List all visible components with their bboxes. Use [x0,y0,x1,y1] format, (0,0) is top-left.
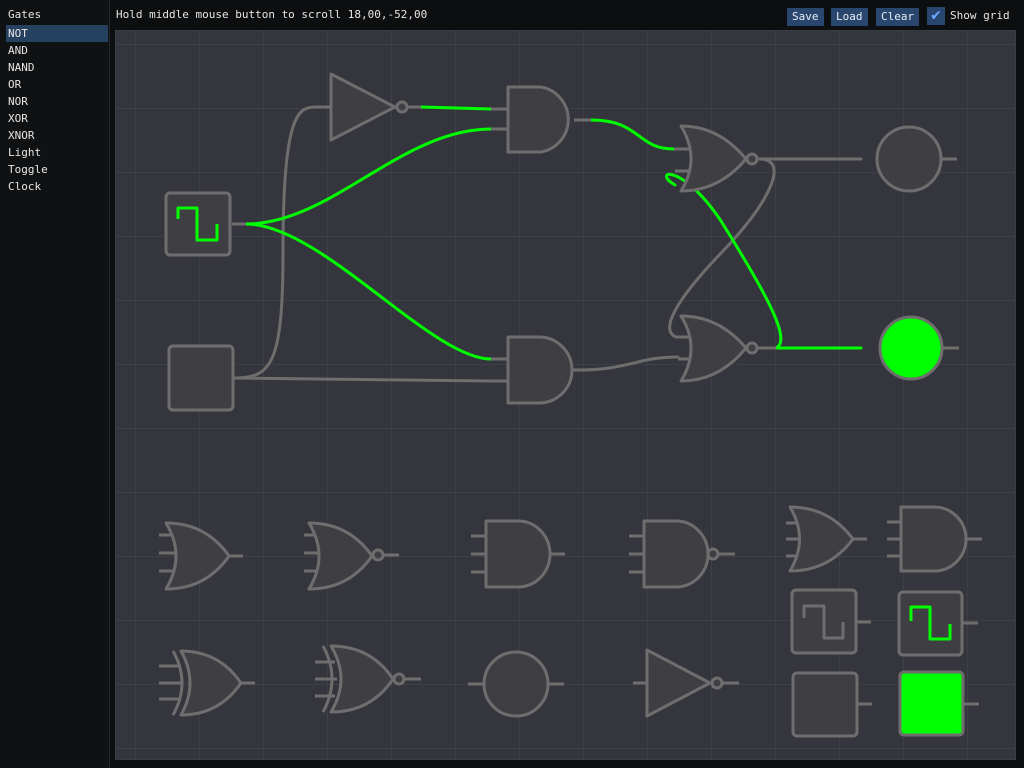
show-grid-label: Show grid [950,9,1010,22]
scroll-hint: Hold middle mouse button to scroll 18,00… [116,8,428,21]
checkmark-icon: ✔ [930,8,942,24]
save-button[interactable]: Save [787,8,824,26]
show-grid-checkbox[interactable]: ✔ [927,7,945,25]
sidebar-title: Gates [8,8,42,21]
gate-item-nand[interactable]: NAND [6,59,108,76]
gate-list: NOT AND NAND OR NOR XOR XNOR Light Toggle Clock [6,25,108,195]
gate-item-xnor[interactable]: XNOR [6,127,108,144]
circuit-svg[interactable] [116,31,1016,760]
circuit-canvas[interactable] [115,30,1016,760]
gate-item-light[interactable]: Light [6,144,108,161]
toggle-gate-off[interactable] [167,344,235,412]
gates-sidebar: Gates NOT AND NAND OR NOR XOR XNOR Light Toggle C… [0,0,110,768]
gate-item-or[interactable]: OR [6,76,108,93]
load-button[interactable]: Load [831,8,868,26]
wire-not-to-and1 [419,105,493,111]
gate-item-nor[interactable]: NOR [6,93,108,110]
gate-item-and[interactable]: AND [6,42,108,59]
gate-item-clock[interactable]: Clock [6,178,108,195]
gate-item-not[interactable]: NOT [6,25,108,42]
gate-item-xor[interactable]: XOR [6,110,108,127]
clear-button[interactable]: Clear [876,8,920,26]
grid-pattern [116,31,1015,759]
toolbar: Hold middle mouse button to scroll 18,00… [110,0,1024,30]
gate-item-toggle[interactable]: Toggle [6,161,108,178]
